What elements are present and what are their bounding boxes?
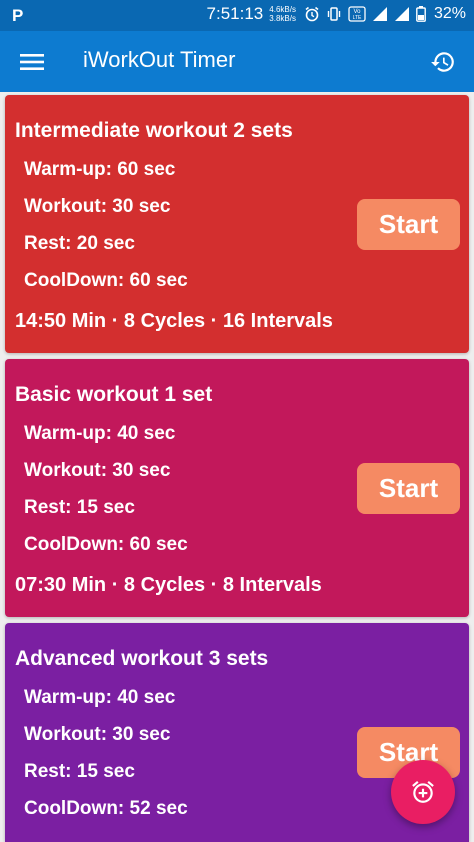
workout-duration-label: Workout: 30 sec bbox=[24, 724, 171, 745]
battery-icon bbox=[416, 6, 426, 22]
workout-summary: 07:30 Min · 8 Cycles · 8 Intervals bbox=[15, 574, 322, 596]
app-bar: iWorkOut Timer bbox=[0, 31, 474, 92]
network-speed: 4.6kB/s 3.8kB/s bbox=[269, 5, 296, 23]
app-title: iWorkOut Timer bbox=[83, 47, 236, 72]
network-speed-up: 4.6kB/s bbox=[269, 5, 296, 14]
workout-title: Intermediate workout 2 sets bbox=[15, 119, 293, 142]
menu-button[interactable] bbox=[16, 48, 48, 76]
signal-icon bbox=[372, 6, 388, 22]
warmup-label: Warm-up: 40 sec bbox=[24, 423, 176, 444]
add-workout-fab[interactable] bbox=[391, 760, 455, 824]
battery-percent: 32% bbox=[433, 5, 466, 22]
workout-duration-label: Workout: 30 sec bbox=[24, 196, 171, 217]
workout-card-intermediate[interactable]: Intermediate workout 2 sets Warm-up: 60 … bbox=[5, 95, 469, 353]
start-button[interactable]: Start bbox=[357, 463, 460, 514]
svg-text:LTE: LTE bbox=[353, 15, 362, 21]
warmup-label: Warm-up: 40 sec bbox=[24, 687, 176, 708]
cooldown-label: CoolDown: 60 sec bbox=[24, 534, 188, 555]
vibrate-icon bbox=[326, 6, 342, 22]
cooldown-label: CoolDown: 52 sec bbox=[24, 798, 188, 819]
status-time: 7:51:13 bbox=[206, 4, 264, 23]
cooldown-label: CoolDown: 60 sec bbox=[24, 270, 188, 291]
rest-label: Rest: 20 sec bbox=[24, 233, 135, 254]
signal-icon-2 bbox=[394, 6, 410, 22]
volte-icon: Vo LTE bbox=[348, 6, 366, 22]
workout-card-basic[interactable]: Basic workout 1 set Warm-up: 40 sec Work… bbox=[5, 359, 469, 617]
start-button[interactable]: Start bbox=[357, 199, 460, 250]
alarm-icon bbox=[304, 6, 320, 22]
menu-icon bbox=[20, 54, 44, 70]
status-icons: 7:51:13 4.6kB/s 3.8kB/s Vo LTE 32% bbox=[207, 4, 466, 24]
history-icon bbox=[431, 52, 454, 72]
add-alarm-icon bbox=[412, 781, 434, 803]
network-speed-down: 3.8kB/s bbox=[269, 14, 296, 23]
workout-title: Advanced workout 3 sets bbox=[15, 647, 269, 670]
workout-summary: 14:50 Min · 8 Cycles · 16 Intervals bbox=[15, 310, 333, 332]
app-notification-icon: P bbox=[12, 6, 24, 25]
rest-label: Rest: 15 sec bbox=[24, 761, 135, 782]
status-bar: P 7:51:13 4.6kB/s 3.8kB/s Vo LTE 32% bbox=[0, 0, 474, 31]
rest-label: Rest: 15 sec bbox=[24, 497, 135, 518]
warmup-label: Warm-up: 60 sec bbox=[24, 159, 176, 180]
workout-title: Basic workout 1 set bbox=[15, 383, 213, 406]
history-button[interactable] bbox=[426, 45, 460, 79]
workout-duration-label: Workout: 30 sec bbox=[24, 460, 171, 481]
